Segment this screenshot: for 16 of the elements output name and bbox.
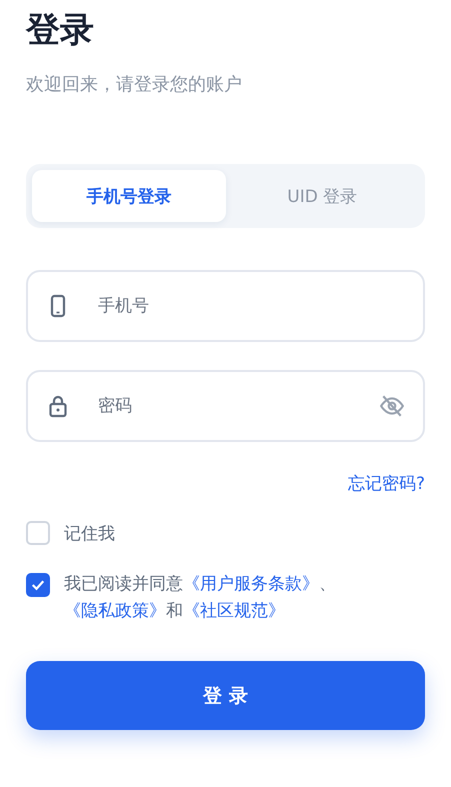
page-title: 登录	[26, 9, 94, 52]
login-tab[interactable]: 手机号登录	[32, 170, 226, 222]
remember-checkbox[interactable]	[26, 521, 50, 545]
agreement-checkbox[interactable]	[26, 573, 50, 597]
terms-link[interactable]: 《隐私政策》	[64, 601, 166, 621]
input-field[interactable]: 密码	[96, 395, 353, 417]
agreement-text: 我已阅读并同意《用户服务条款》、 《隐私政策》和《社区规范》	[64, 573, 337, 623]
terms-link[interactable]: 《社区规范》	[183, 601, 285, 621]
checkbox-label: 记住我	[64, 522, 115, 544]
login-tab[interactable]: UID 登录	[226, 170, 419, 222]
login-button[interactable]: 登 录	[26, 661, 425, 730]
forgot-password-link[interactable]: 忘记密码?	[348, 472, 425, 495]
input-field[interactable]: 手机号	[96, 295, 405, 317]
terms-link[interactable]: 《用户服务条款》	[183, 574, 319, 594]
eye-off-icon[interactable]	[379, 393, 405, 419]
page-subtitle: 欢迎回来，请登录您的账户	[26, 73, 242, 96]
